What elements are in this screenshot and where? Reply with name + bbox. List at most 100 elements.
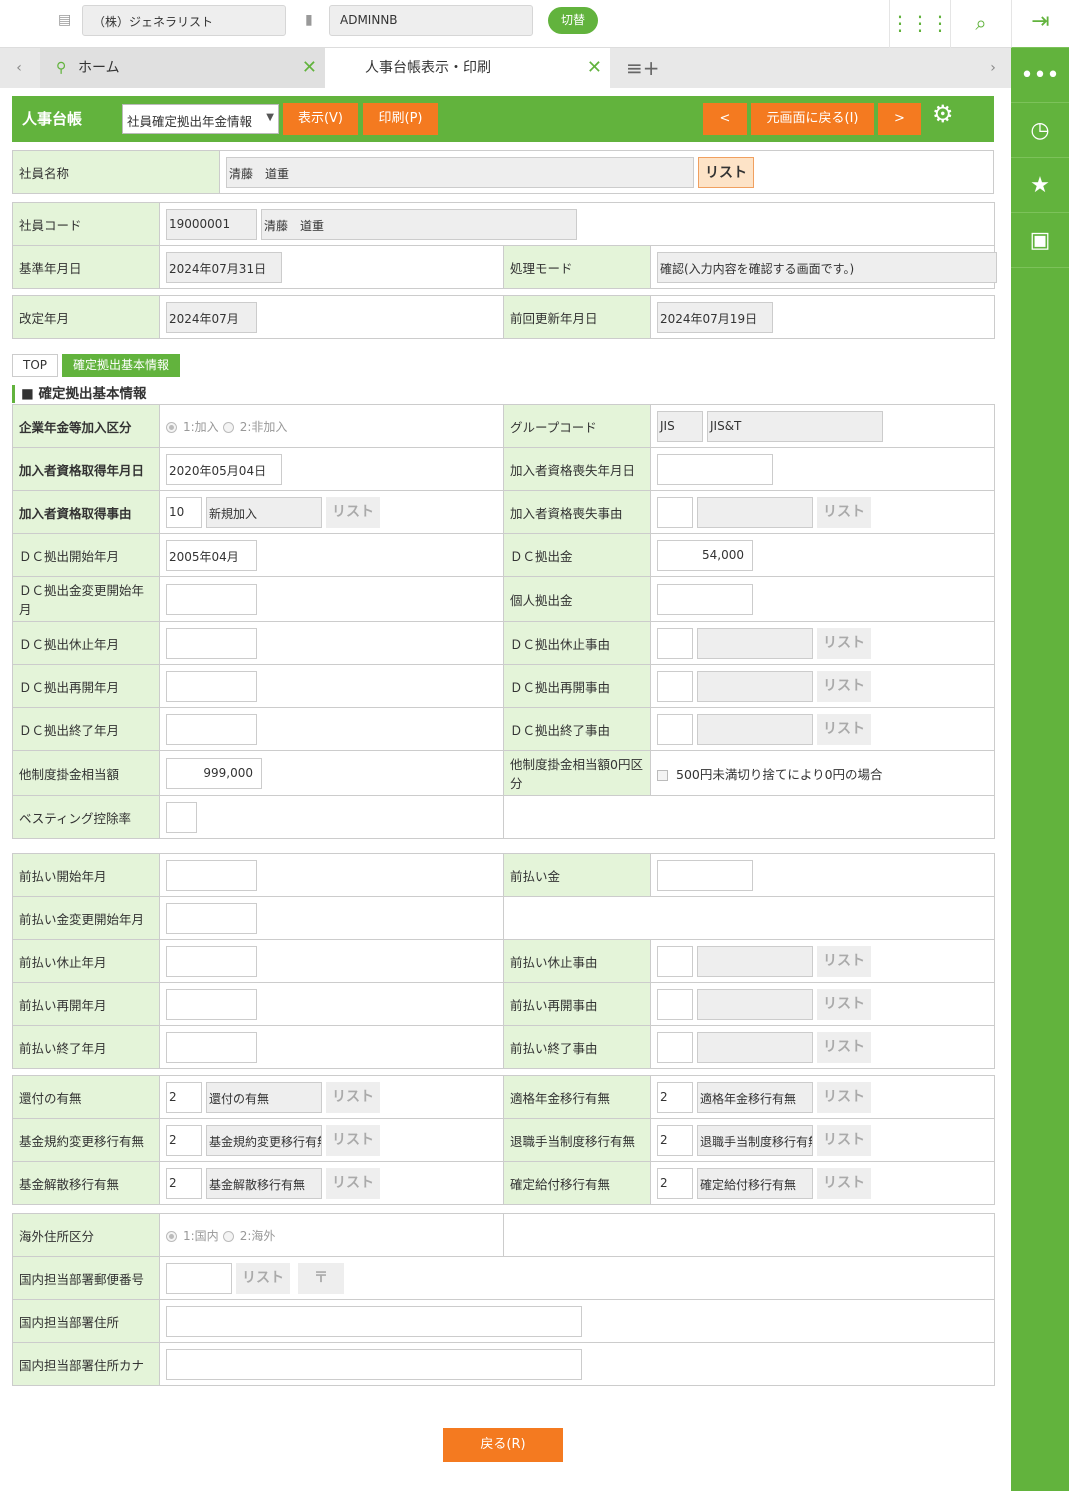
readonly-field	[697, 496, 813, 528]
readonly-field: 確認(入力内容を確認する画面です。)	[657, 251, 997, 283]
subtab-dc-basic[interactable]: 確定拠出基本情報	[62, 354, 181, 377]
next-button[interactable]: >	[878, 103, 921, 135]
list-button[interactable]: リスト	[817, 1167, 871, 1199]
user-field[interactable]: ADMINNB	[329, 5, 533, 36]
input-field[interactable]	[657, 627, 693, 659]
input-field[interactable]: 2	[657, 1124, 693, 1156]
history-icon[interactable]: ◷	[1011, 103, 1069, 158]
view-select[interactable]: 社員確定拠出年金情報 ▼	[122, 104, 279, 134]
tab-scroll-left[interactable]: ‹	[0, 48, 38, 88]
list-button[interactable]: 〒	[298, 1262, 344, 1294]
add-tab-icon[interactable]: ≡+	[626, 48, 660, 88]
field-label: 加入者資格取得事由	[12, 490, 160, 534]
list-button[interactable]: リスト	[326, 1081, 380, 1113]
list-button[interactable]: リスト	[817, 713, 871, 745]
input-field[interactable]	[657, 859, 753, 891]
input-field[interactable]	[166, 627, 257, 659]
close-icon[interactable]: ✕	[587, 48, 602, 88]
input-field[interactable]: 2	[657, 1167, 693, 1199]
checkbox[interactable]	[657, 769, 668, 781]
input-field[interactable]	[657, 670, 693, 702]
list-button[interactable]: リスト	[817, 670, 871, 702]
tab-scroll-right[interactable]: ›	[975, 48, 1011, 88]
input-field[interactable]	[166, 801, 197, 833]
switch-button[interactable]: 切替	[548, 7, 598, 34]
input-field[interactable]	[166, 1348, 582, 1380]
input-field[interactable]	[166, 945, 257, 977]
list-button[interactable]: リスト	[817, 1124, 871, 1156]
more-icon[interactable]: •••	[1011, 48, 1069, 103]
input-field[interactable]	[166, 670, 257, 702]
input-field[interactable]: 2	[166, 1124, 202, 1156]
radio-button[interactable]	[222, 421, 234, 433]
back-button[interactable]: 戻る(R)	[443, 1428, 563, 1462]
inbox-icon[interactable]: ▣	[1011, 213, 1069, 268]
radio-button[interactable]	[166, 421, 177, 433]
list-button[interactable]: リスト	[326, 1124, 380, 1156]
input-field[interactable]: 10	[166, 496, 202, 528]
readonly-field: 2024年07月31日	[166, 251, 282, 283]
clipboard-icon: ▮	[305, 12, 313, 28]
gear-icon[interactable]: ⚙	[932, 100, 954, 128]
input-field[interactable]	[657, 945, 693, 977]
list-button[interactable]: リスト	[236, 1262, 290, 1294]
input-field[interactable]	[166, 1305, 582, 1337]
list-button[interactable]: リスト	[817, 1081, 871, 1113]
input-field[interactable]	[166, 902, 257, 934]
tab-home[interactable]: ⚲ ホーム ✕	[40, 48, 325, 88]
list-button[interactable]: リスト	[326, 496, 380, 528]
prev-button[interactable]: <	[703, 103, 747, 135]
input-field[interactable]	[166, 713, 257, 745]
input-field[interactable]	[166, 1031, 257, 1063]
input-field[interactable]: 999,000	[166, 757, 262, 789]
page-header: 人事台帳 社員確定拠出年金情報 ▼ 表示(V) 印刷(P) < 元画面に戻る(I)…	[12, 96, 994, 142]
input-field[interactable]	[657, 453, 773, 485]
input-field[interactable]	[657, 713, 693, 745]
input-field[interactable]: 2	[166, 1167, 202, 1199]
input-field[interactable]	[166, 583, 257, 615]
print-button[interactable]: 印刷(P)	[363, 103, 438, 135]
list-button[interactable]: リスト	[817, 1031, 871, 1063]
input-field[interactable]	[166, 859, 257, 891]
company-field[interactable]: （株）ジェネラリスト	[82, 5, 286, 36]
search-icon[interactable]: ⌕	[950, 0, 1011, 48]
input-field[interactable]: 2005年04月	[166, 539, 257, 571]
input-field[interactable]	[657, 583, 753, 615]
field-label: 加入者資格喪失年月日	[503, 447, 651, 491]
list-button[interactable]: リスト	[817, 627, 871, 659]
input-field[interactable]: 54,000	[657, 539, 753, 571]
tab-bar: ‹ ⚲ ホーム ✕ 人事台帳表示・印刷 ✕ ≡+ ›	[0, 48, 1011, 88]
readonly-field	[697, 1031, 813, 1063]
field-value: リスト	[650, 664, 995, 708]
logout-icon[interactable]: ⇥	[1011, 0, 1069, 48]
tab-ledger[interactable]: 人事台帳表示・印刷 ✕	[325, 48, 610, 88]
input-field[interactable]	[166, 988, 257, 1020]
radio-button[interactable]	[222, 1230, 234, 1242]
list-button[interactable]: リスト	[698, 156, 754, 188]
input-field[interactable]: 2	[657, 1081, 693, 1113]
field-label: 改定年月	[12, 295, 160, 339]
field-value: リスト	[650, 707, 995, 751]
field-label: 海外住所区分	[12, 1213, 160, 1257]
input-field[interactable]	[657, 496, 693, 528]
input-field[interactable]: 2020年05月04日	[166, 453, 282, 485]
input-field[interactable]	[657, 988, 693, 1020]
field-label: 基金解散移行有無	[12, 1161, 160, 1205]
close-icon[interactable]: ✕	[302, 48, 317, 88]
table-row: ＤＣ拠出終了年月 ＤＣ拠出終了事由 リスト	[12, 707, 995, 751]
star-icon[interactable]: ★	[1011, 158, 1069, 213]
input-field[interactable]	[657, 1031, 693, 1063]
list-button[interactable]: リスト	[817, 945, 871, 977]
field-value: 2020年05月04日	[159, 447, 504, 491]
subtab-top[interactable]: TOP	[12, 354, 59, 377]
show-button[interactable]: 表示(V)	[283, 103, 358, 135]
input-field[interactable]	[166, 1262, 232, 1294]
back-to-original-button[interactable]: 元画面に戻る(I)	[751, 103, 874, 135]
list-button[interactable]: リスト	[817, 496, 871, 528]
readonly-field: 退職手当制度移行有無	[697, 1124, 813, 1156]
input-field[interactable]: 2	[166, 1081, 202, 1113]
apps-grid-icon[interactable]: ⋮⋮⋮	[889, 0, 950, 48]
radio-button[interactable]	[166, 1230, 177, 1242]
list-button[interactable]: リスト	[326, 1167, 380, 1199]
list-button[interactable]: リスト	[817, 988, 871, 1020]
